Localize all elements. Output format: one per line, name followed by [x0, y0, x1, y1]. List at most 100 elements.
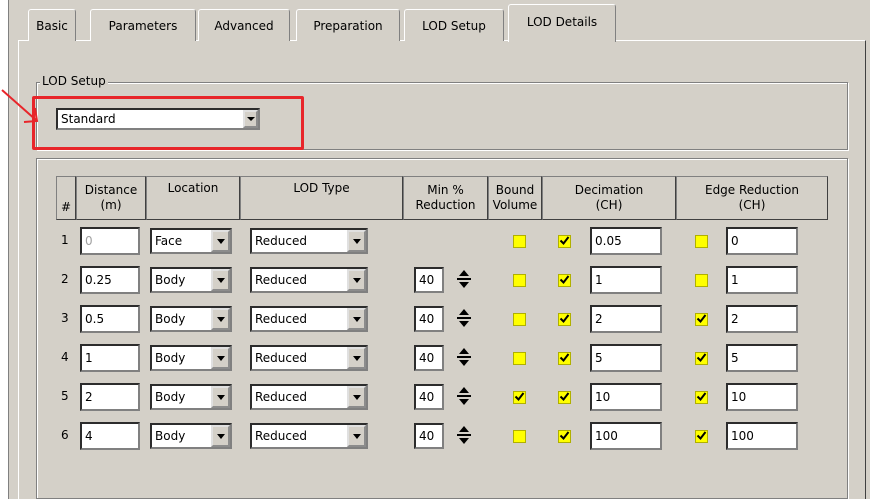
header-bound-volume-line2: Volume — [492, 198, 538, 212]
decimation-field[interactable]: 5 — [590, 344, 662, 372]
dropdown-arrow-icon[interactable] — [211, 308, 230, 330]
decimation-checkbox[interactable] — [558, 274, 571, 287]
spin-arrows-icon[interactable] — [456, 345, 472, 369]
highlight-box — [32, 96, 304, 150]
location-select[interactable]: Body — [150, 423, 232, 449]
location-select[interactable]: Body — [150, 384, 232, 410]
tab-parameters[interactable]: Parameters — [90, 9, 196, 41]
lod-type-select-value: Reduced — [255, 351, 308, 365]
decimation-checkbox[interactable] — [558, 235, 571, 248]
distance-field[interactable]: 2 — [80, 383, 140, 411]
decimation-field[interactable]: 1 — [590, 266, 662, 294]
header-distance-line1: Distance — [84, 183, 138, 197]
distance-field[interactable]: 4 — [80, 422, 140, 450]
min-reduction-field[interactable]: 40 — [414, 384, 444, 410]
bound-volume-checkbox[interactable] — [513, 430, 526, 443]
dropdown-arrow-icon[interactable] — [211, 230, 230, 252]
decimation-checkbox[interactable] — [558, 313, 571, 326]
dropdown-arrow-icon[interactable] — [211, 425, 230, 447]
dropdown-arrow-icon[interactable] — [211, 347, 230, 369]
min-reduction-field[interactable]: 40 — [414, 345, 444, 371]
location-select[interactable]: Body — [150, 306, 232, 332]
header-decimation: Decimation (CH) — [542, 176, 676, 220]
tab-lod-setup[interactable]: LOD Setup — [404, 9, 504, 41]
checkmark-icon — [559, 235, 570, 249]
dropdown-arrow-icon[interactable] — [211, 269, 230, 291]
distance-field[interactable]: 0.5 — [80, 305, 140, 333]
edge-reduction-checkbox[interactable] — [695, 313, 708, 326]
distance-field[interactable]: 0 — [80, 227, 140, 255]
edge-reduction-checkbox[interactable] — [695, 352, 708, 365]
location-select[interactable]: Body — [150, 267, 232, 293]
header-location-label: Location — [167, 181, 219, 195]
min-reduction-field[interactable]: 40 — [414, 423, 444, 449]
bound-volume-checkbox[interactable] — [513, 274, 526, 287]
distance-field[interactable]: 1 — [80, 344, 140, 372]
checkmark-icon — [559, 430, 570, 444]
decimation-checkbox[interactable] — [558, 391, 571, 404]
edge-reduction-field[interactable]: 0 — [726, 227, 798, 255]
decimation-field[interactable]: 10 — [590, 383, 662, 411]
lod-type-select[interactable]: Reduced — [250, 345, 368, 371]
dropdown-arrow-icon[interactable] — [347, 230, 366, 252]
location-select-value: Body — [155, 429, 186, 443]
lod-type-select[interactable]: Reduced — [250, 384, 368, 410]
location-select-value: Face — [155, 234, 183, 248]
edge-reduction-checkbox[interactable] — [695, 274, 708, 287]
dropdown-arrow-icon[interactable] — [347, 386, 366, 408]
min-reduction-field[interactable]: 40 — [414, 267, 444, 293]
row-number: 3 — [61, 311, 69, 325]
dropdown-arrow-icon[interactable] — [347, 425, 366, 447]
edge-reduction-field[interactable]: 5 — [726, 344, 798, 372]
edge-reduction-field[interactable]: 2 — [726, 305, 798, 333]
tab-advanced[interactable]: Advanced — [198, 9, 290, 41]
distance-field[interactable]: 0.25 — [80, 266, 140, 294]
bound-volume-checkbox[interactable] — [513, 352, 526, 365]
bound-volume-checkbox[interactable] — [513, 313, 526, 326]
location-select[interactable]: Face — [150, 228, 232, 254]
edge-reduction-field[interactable]: 1 — [726, 266, 798, 294]
spin-arrows-icon[interactable] — [456, 384, 472, 408]
decimation-field[interactable]: 2 — [590, 305, 662, 333]
dropdown-arrow-icon[interactable] — [347, 347, 366, 369]
bound-volume-checkbox[interactable] — [513, 235, 526, 248]
header-bound-volume-line1: Bound — [495, 183, 535, 197]
row-number: 1 — [61, 233, 69, 247]
lod-type-select[interactable]: Reduced — [250, 267, 368, 293]
lod-type-select[interactable]: Reduced — [250, 423, 368, 449]
edge-reduction-checkbox[interactable] — [695, 235, 708, 248]
bound-volume-checkbox[interactable] — [513, 391, 526, 404]
lod-type-select-value: Reduced — [255, 273, 308, 287]
tab-basic[interactable]: Basic — [28, 9, 76, 41]
header-min-reduction: Min % Reduction — [403, 176, 488, 220]
checkmark-icon — [696, 352, 707, 366]
tab-lod-details[interactable]: LOD Details — [508, 4, 616, 42]
lod-type-select[interactable]: Reduced — [250, 228, 368, 254]
decimation-field[interactable]: 100 — [590, 422, 662, 450]
spin-arrows-icon[interactable] — [456, 306, 472, 330]
decimation-checkbox[interactable] — [558, 430, 571, 443]
spin-arrows-icon[interactable] — [456, 423, 472, 447]
dropdown-arrow-icon[interactable] — [347, 308, 366, 330]
lod-type-select[interactable]: Reduced — [250, 306, 368, 332]
row-number: 6 — [61, 428, 69, 442]
header-decimation-line2: (CH) — [595, 198, 623, 212]
row-number: 2 — [61, 272, 69, 286]
lod-type-select-value: Reduced — [255, 390, 308, 404]
dropdown-arrow-icon[interactable] — [347, 269, 366, 291]
location-select[interactable]: Body — [150, 345, 232, 371]
spin-arrows-icon[interactable] — [456, 267, 472, 291]
lod-type-select-value: Reduced — [255, 429, 308, 443]
decimation-field[interactable]: 0.05 — [590, 227, 662, 255]
dropdown-arrow-icon[interactable] — [211, 386, 230, 408]
edge-reduction-checkbox[interactable] — [695, 430, 708, 443]
edge-reduction-field[interactable]: 100 — [726, 422, 798, 450]
edge-reduction-checkbox[interactable] — [695, 391, 708, 404]
decimation-checkbox[interactable] — [558, 352, 571, 365]
arrow-annotation-icon — [1, 89, 39, 123]
edge-reduction-field[interactable]: 10 — [726, 383, 798, 411]
checkmark-icon — [559, 313, 570, 327]
min-reduction-field[interactable]: 40 — [414, 306, 444, 332]
tab-preparation[interactable]: Preparation — [296, 9, 400, 41]
checkmark-icon — [559, 352, 570, 366]
